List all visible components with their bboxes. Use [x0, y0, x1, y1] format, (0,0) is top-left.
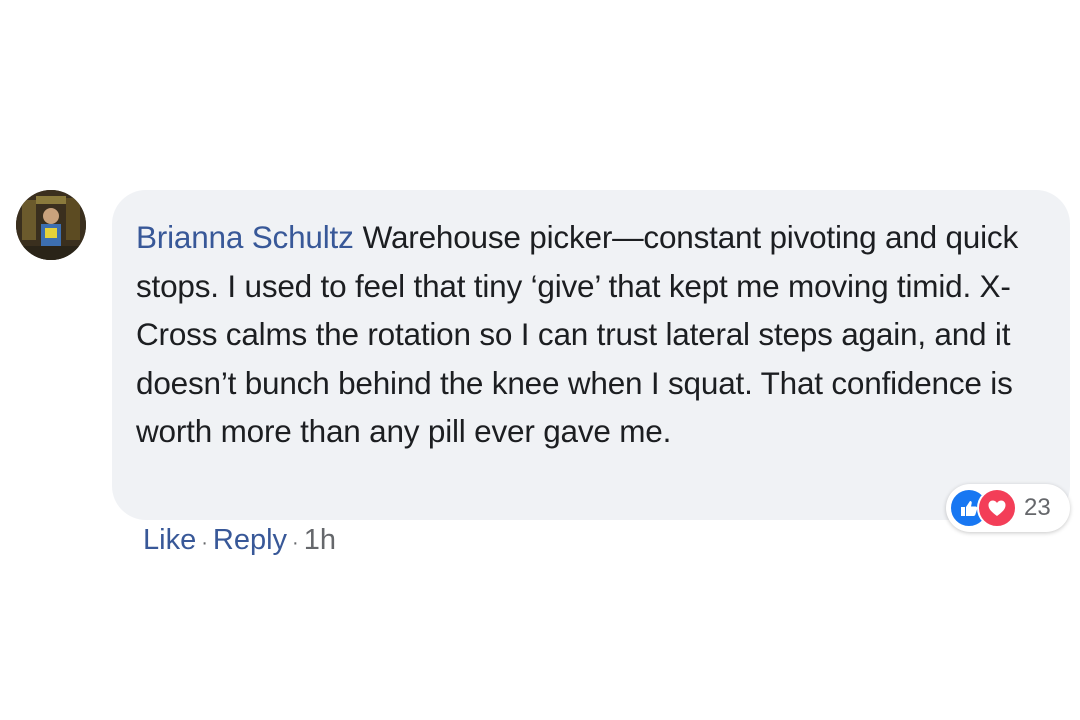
reaction-count: 23 — [1024, 494, 1051, 521]
comment: Brianna Schultz Warehouse picker—constant… — [0, 0, 1080, 720]
comment-bubble: Brianna Schultz Warehouse picker—constant… — [112, 190, 1070, 520]
reactions-summary[interactable]: 23 — [946, 484, 1070, 532]
comment-body: Brianna Schultz Warehouse picker—constant… — [136, 213, 1030, 456]
author-name[interactable]: Brianna Schultz — [136, 219, 354, 255]
avatar[interactable] — [16, 190, 86, 260]
reply-button[interactable]: Reply — [213, 524, 287, 556]
love-icon — [977, 488, 1017, 528]
separator-dot: · — [292, 532, 299, 554]
timestamp[interactable]: 1h — [304, 524, 336, 556]
like-button[interactable]: Like — [143, 524, 196, 556]
separator-dot: · — [201, 532, 208, 554]
comment-actions: Like · Reply · 1h — [143, 520, 336, 560]
avatar-photo — [16, 190, 86, 260]
